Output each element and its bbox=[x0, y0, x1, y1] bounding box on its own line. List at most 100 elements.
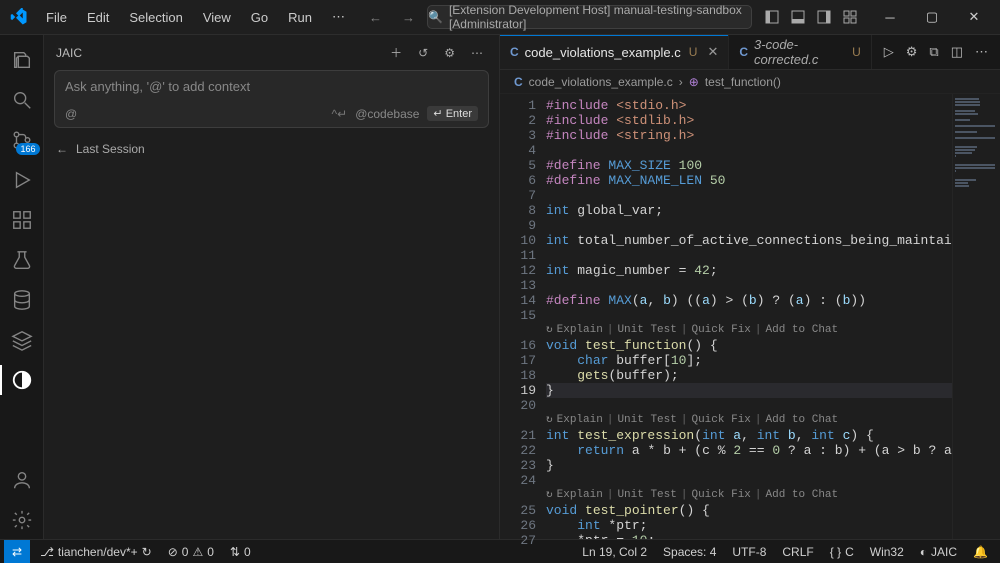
extensions-icon[interactable] bbox=[0, 201, 44, 239]
codelens-action[interactable]: Add to Chat bbox=[766, 323, 839, 338]
run-file-icon[interactable]: ▷ bbox=[880, 40, 898, 64]
breadcrumb[interactable]: C code_violations_example.c › ⊕ test_fun… bbox=[500, 70, 1000, 94]
menu-file[interactable]: File bbox=[38, 6, 75, 29]
code-line[interactable] bbox=[546, 248, 952, 263]
code-line[interactable]: return a * b + (c % 2 == 0 ? a : b) + (a… bbox=[546, 443, 952, 458]
code-line[interactable]: int test_expression(int a, int b, int c)… bbox=[546, 428, 952, 443]
os-indicator[interactable]: Win32 bbox=[862, 540, 912, 563]
ports[interactable]: ⇅ 0 bbox=[222, 540, 259, 563]
codelens-action[interactable]: Add to Chat bbox=[766, 488, 839, 503]
code-line[interactable]: } bbox=[546, 383, 952, 398]
code-line[interactable]: void test_pointer() { bbox=[546, 503, 952, 518]
code-line[interactable]: int magic_number = 42; bbox=[546, 263, 952, 278]
menu-selection[interactable]: Selection bbox=[121, 6, 190, 29]
codelens-action[interactable]: Quick Fix bbox=[691, 323, 750, 338]
source-control-icon[interactable]: 166 bbox=[0, 121, 44, 159]
problems[interactable]: ⊘ 0 ⚠ 0 bbox=[160, 540, 222, 563]
toggle-panel-icon[interactable] bbox=[786, 5, 810, 29]
editor-more-icon[interactable]: ⋯ bbox=[971, 40, 992, 64]
code-line[interactable]: #define MAX_SIZE 100 bbox=[546, 158, 952, 173]
chat-input[interactable]: Ask anything, '@' to add context @ ^↵ @c… bbox=[54, 70, 489, 128]
toggle-primary-sidebar-icon[interactable] bbox=[760, 5, 784, 29]
code-line[interactable]: *ptr = 10; bbox=[546, 533, 952, 539]
codelens-action[interactable]: Unit Test bbox=[617, 488, 676, 503]
database-icon[interactable] bbox=[0, 281, 44, 319]
codelens-action[interactable]: Explain bbox=[557, 413, 603, 428]
language-mode[interactable]: { } C bbox=[822, 540, 862, 563]
code-line[interactable]: #define MAX_NAME_LEN 50 bbox=[546, 173, 952, 188]
run-debug-icon[interactable] bbox=[0, 161, 44, 199]
indentation[interactable]: Spaces: 4 bbox=[655, 540, 724, 563]
codelens-action[interactable]: Quick Fix bbox=[691, 488, 750, 503]
editor-settings-icon[interactable]: ⚙ bbox=[902, 40, 922, 64]
toggle-secondary-sidebar-icon[interactable] bbox=[812, 5, 836, 29]
menu-go[interactable]: Go bbox=[243, 6, 276, 29]
code-line[interactable]: gets(buffer); bbox=[546, 368, 952, 383]
notifications-bell-icon[interactable]: 🔔 bbox=[965, 540, 996, 563]
nav-back-icon[interactable]: ← bbox=[361, 6, 390, 29]
codelens-refresh-icon[interactable]: ↻ bbox=[546, 488, 553, 503]
history-icon[interactable]: ↺ bbox=[414, 42, 432, 64]
compare-changes-icon[interactable]: ⧉ bbox=[925, 40, 942, 64]
window-maximize-icon[interactable]: ▢ bbox=[912, 2, 952, 32]
codelens-action[interactable]: Quick Fix bbox=[691, 413, 750, 428]
codelens-refresh-icon[interactable]: ↻ bbox=[546, 413, 553, 428]
code-line[interactable] bbox=[546, 143, 952, 158]
code-line[interactable]: int global_var; bbox=[546, 203, 952, 218]
panel-more-icon[interactable]: ⋯ bbox=[467, 42, 487, 64]
remote-indicator[interactable]: ⇄ bbox=[4, 540, 30, 563]
codelens-action[interactable]: Add to Chat bbox=[766, 413, 839, 428]
code-line[interactable]: #define MAX(a, b) ((a) > (b) ? (a) : (b)… bbox=[546, 293, 952, 308]
codelens-action[interactable]: Unit Test bbox=[617, 323, 676, 338]
code-line[interactable]: #include <stdio.h> bbox=[546, 98, 952, 113]
code-line[interactable] bbox=[546, 473, 952, 488]
code-line[interactable]: char buffer[10]; bbox=[546, 353, 952, 368]
menu-more-icon[interactable]: ⋯ bbox=[324, 5, 353, 29]
codelens-refresh-icon[interactable]: ↻ bbox=[546, 323, 553, 338]
cursor-position[interactable]: Ln 19, Col 2 bbox=[574, 540, 655, 563]
codelens-action[interactable]: Explain bbox=[557, 323, 603, 338]
code-line[interactable] bbox=[546, 278, 952, 293]
tab-second[interactable]: C 3-code-corrected.c U bbox=[729, 35, 871, 69]
code-line[interactable]: int *ptr; bbox=[546, 518, 952, 533]
accounts-icon[interactable] bbox=[0, 461, 44, 499]
eol[interactable]: CRLF bbox=[774, 540, 821, 563]
customize-layout-icon[interactable] bbox=[838, 5, 862, 29]
code-line[interactable] bbox=[546, 398, 952, 413]
code-line[interactable]: } bbox=[546, 458, 952, 473]
new-chat-icon[interactable]: ＋ bbox=[386, 40, 406, 65]
minimap[interactable] bbox=[952, 94, 1000, 539]
command-center[interactable]: 🔍 [Extension Development Host] manual-te… bbox=[427, 5, 752, 29]
codelens-action[interactable]: Explain bbox=[557, 488, 603, 503]
code-line[interactable]: #include <string.h> bbox=[546, 128, 952, 143]
layers-icon[interactable] bbox=[0, 321, 44, 359]
tab-active[interactable]: C code_violations_example.c U ✕ bbox=[500, 35, 729, 69]
window-close-icon[interactable]: ✕ bbox=[954, 2, 994, 32]
testing-icon[interactable] bbox=[0, 241, 44, 279]
code-line[interactable] bbox=[546, 218, 952, 233]
code-area[interactable]: #include <stdio.h>#include <stdlib.h>#in… bbox=[546, 94, 952, 539]
code-line[interactable]: #include <stdlib.h> bbox=[546, 113, 952, 128]
settings-gear-icon[interactable] bbox=[0, 501, 44, 539]
search-activity-icon[interactable] bbox=[0, 81, 44, 119]
code-line[interactable] bbox=[546, 308, 952, 323]
jaic-activity-icon[interactable] bbox=[0, 361, 44, 399]
encoding[interactable]: UTF-8 bbox=[724, 540, 774, 563]
last-session-link[interactable]: ← Last Session bbox=[44, 136, 499, 162]
explorer-icon[interactable] bbox=[0, 41, 44, 79]
code-line[interactable]: void test_function() { bbox=[546, 338, 952, 353]
at-context-icon[interactable]: @ bbox=[65, 107, 77, 121]
window-minimize-icon[interactable]: ─ bbox=[870, 2, 910, 32]
jaic-status[interactable]: ◐ JAIC bbox=[912, 540, 965, 563]
git-branch[interactable]: ⎇ tianchen/dev*+ ↻ bbox=[32, 540, 160, 563]
code-line[interactable]: int total_number_of_active_connections_b… bbox=[546, 233, 952, 248]
nav-forward-icon[interactable]: → bbox=[394, 6, 423, 29]
codelens-action[interactable]: Unit Test bbox=[617, 413, 676, 428]
tab-close-icon[interactable]: ✕ bbox=[707, 44, 718, 60]
menu-run[interactable]: Run bbox=[280, 6, 320, 29]
menu-edit[interactable]: Edit bbox=[79, 6, 117, 29]
menu-view[interactable]: View bbox=[195, 6, 239, 29]
editor-body[interactable]: 1234567891011121314151617181920212223242… bbox=[500, 94, 1000, 539]
split-editor-icon[interactable]: ◫ bbox=[947, 40, 967, 64]
code-line[interactable] bbox=[546, 188, 952, 203]
